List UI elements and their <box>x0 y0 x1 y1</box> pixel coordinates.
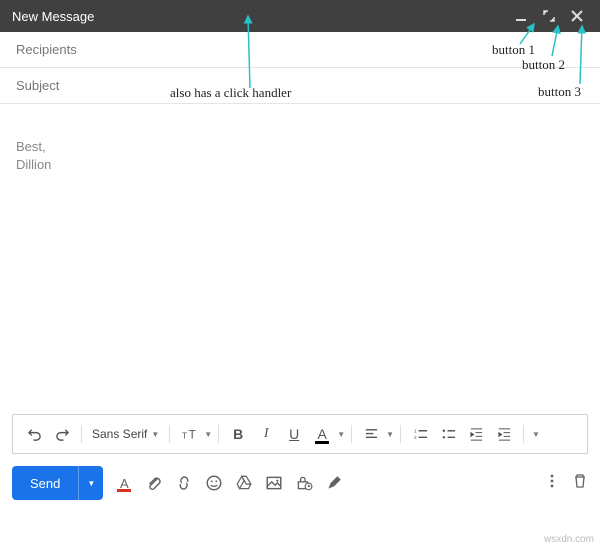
drive-icon <box>235 474 253 492</box>
text-color-button[interactable]: A <box>309 421 335 447</box>
font-size-button[interactable]: TT <box>176 421 202 447</box>
toolbar-separator <box>169 425 170 443</box>
indent-less-icon <box>469 427 484 442</box>
font-size-icon: TT <box>182 427 197 442</box>
send-button[interactable]: Send <box>12 476 78 491</box>
compose-tools: A <box>115 474 343 492</box>
bulleted-list-button[interactable] <box>435 421 461 447</box>
svg-text:T: T <box>182 430 187 440</box>
insert-drive-button[interactable] <box>235 474 253 492</box>
insert-photo-button[interactable] <box>265 474 283 492</box>
close-button[interactable] <box>566 5 588 27</box>
recipients-row[interactable] <box>0 32 600 68</box>
toolbar-separator <box>81 425 82 443</box>
compose-title: New Message <box>12 9 504 24</box>
redo-icon <box>55 427 70 442</box>
caret-down-icon[interactable]: ▼ <box>532 430 540 439</box>
font-family-label: Sans Serif <box>92 427 147 441</box>
indent-more-button[interactable] <box>491 421 517 447</box>
more-options-button[interactable] <box>544 473 560 494</box>
undo-button[interactable] <box>21 421 47 447</box>
trash-icon <box>572 473 588 489</box>
minimize-icon <box>515 10 527 22</box>
lock-clock-icon <box>295 474 313 492</box>
compose-right-tools <box>544 473 588 494</box>
attach-file-button[interactable] <box>145 474 163 492</box>
formatting-options-button[interactable]: A <box>115 474 133 492</box>
insert-emoji-button[interactable] <box>205 474 223 492</box>
insert-link-button[interactable] <box>175 474 193 492</box>
numbered-list-button[interactable]: 12 <box>407 421 433 447</box>
expand-icon <box>543 10 555 22</box>
svg-text:1: 1 <box>413 428 416 433</box>
close-icon <box>571 10 583 22</box>
bold-button[interactable]: B <box>225 421 251 447</box>
caret-down-icon[interactable]: ▼ <box>337 430 345 439</box>
svg-text:T: T <box>188 428 195 441</box>
signature-line-2: Dillion <box>16 156 584 174</box>
confidential-mode-button[interactable] <box>295 474 313 492</box>
insert-signature-button[interactable] <box>325 474 343 492</box>
font-family-select[interactable]: Sans Serif ▼ <box>88 427 163 441</box>
watermark: wsxdn.com <box>544 534 594 545</box>
subject-row[interactable] <box>0 68 600 104</box>
indent-less-button[interactable] <box>463 421 489 447</box>
caret-down-icon[interactable]: ▼ <box>386 430 394 439</box>
expand-button[interactable] <box>538 5 560 27</box>
align-left-icon <box>364 427 379 442</box>
svg-text:2: 2 <box>413 435 416 440</box>
more-vertical-icon <box>544 473 560 489</box>
message-body[interactable]: Best, Dillion <box>0 104 600 414</box>
image-icon <box>265 474 283 492</box>
toolbar-separator <box>523 425 524 443</box>
toolbar-separator <box>218 425 219 443</box>
underline-button[interactable]: U <box>281 421 307 447</box>
align-button[interactable] <box>358 421 384 447</box>
italic-button[interactable]: I <box>253 421 279 447</box>
compose-bottom-bar: Send ▼ A <box>0 454 600 512</box>
subject-input[interactable] <box>16 78 584 93</box>
link-icon <box>175 474 193 492</box>
caret-down-icon[interactable]: ▼ <box>204 430 212 439</box>
redo-button[interactable] <box>49 421 75 447</box>
discard-draft-button[interactable] <box>572 473 588 494</box>
send-button-group: Send ▼ <box>12 466 103 500</box>
minimize-button[interactable] <box>510 5 532 27</box>
undo-icon <box>27 427 42 442</box>
pen-icon <box>325 474 343 492</box>
toolbar-separator <box>400 425 401 443</box>
emoji-icon <box>205 474 223 492</box>
numbered-list-icon: 12 <box>413 427 428 442</box>
indent-more-icon <box>497 427 512 442</box>
send-options-button[interactable]: ▼ <box>78 466 103 500</box>
toolbar-separator <box>351 425 352 443</box>
recipients-input[interactable] <box>16 42 584 57</box>
caret-down-icon: ▼ <box>151 430 159 439</box>
bulleted-list-icon <box>441 427 456 442</box>
compose-header[interactable]: New Message <box>0 0 600 32</box>
paperclip-icon <box>145 474 163 492</box>
caret-down-icon: ▼ <box>87 479 95 488</box>
formatting-toolbar: Sans Serif ▼ TT ▼ B I U A ▼ ▼ 12 ▼ <box>12 414 588 454</box>
signature-line-1: Best, <box>16 138 584 156</box>
